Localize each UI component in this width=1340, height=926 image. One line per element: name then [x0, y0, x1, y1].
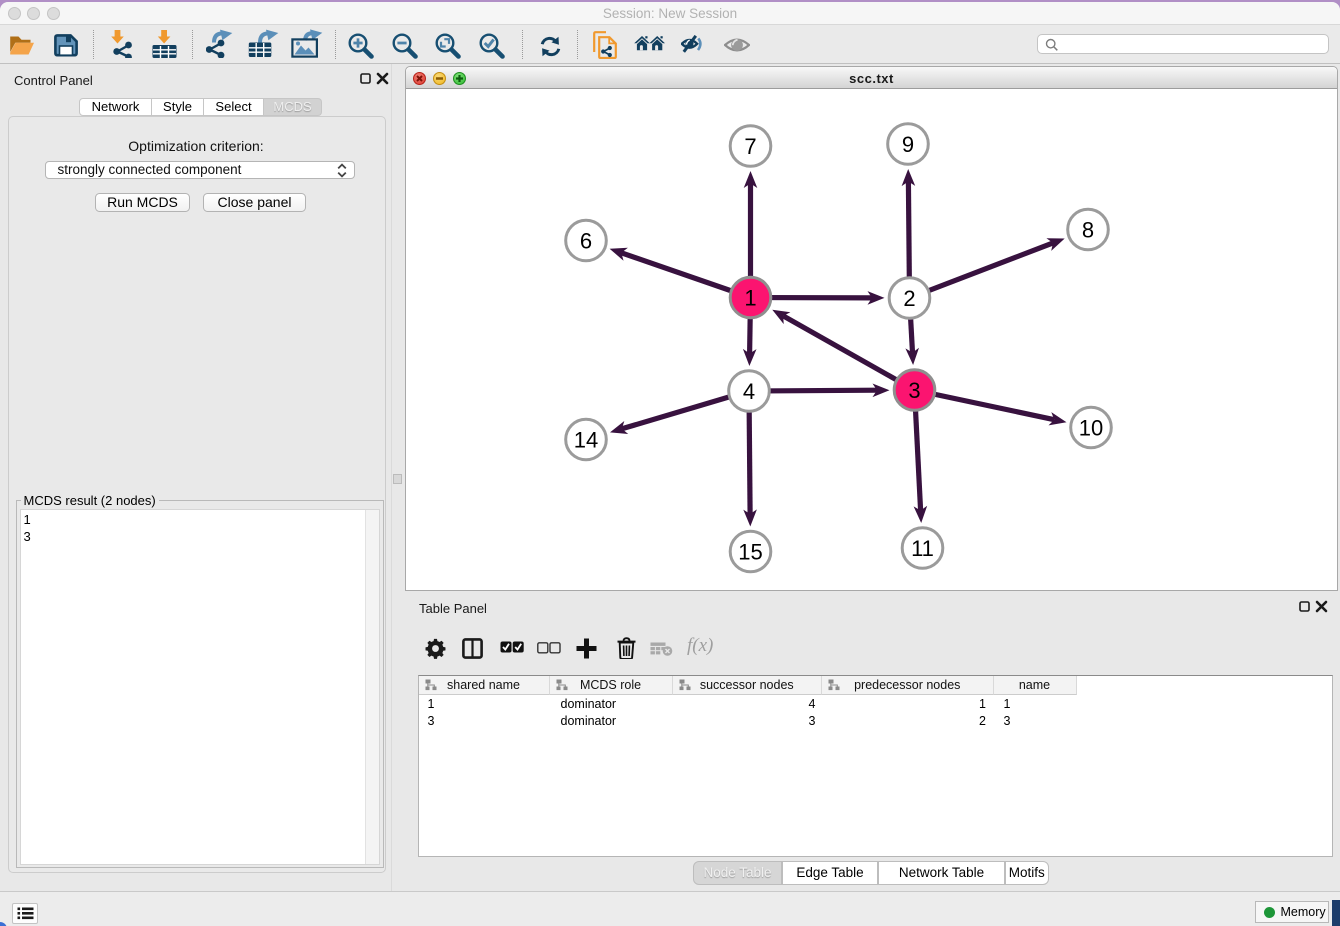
- svg-text:11: 11: [911, 536, 934, 561]
- svg-text:4: 4: [743, 379, 755, 404]
- svg-text:9: 9: [902, 132, 914, 157]
- svg-text:15: 15: [738, 540, 762, 565]
- svg-text:6: 6: [580, 229, 592, 254]
- svg-text:1: 1: [744, 286, 756, 311]
- svg-text:3: 3: [908, 378, 920, 403]
- svg-text:2: 2: [903, 286, 915, 311]
- svg-text:14: 14: [574, 428, 598, 453]
- svg-text:8: 8: [1082, 218, 1094, 243]
- svg-text:7: 7: [744, 134, 756, 159]
- svg-text:10: 10: [1079, 416, 1103, 441]
